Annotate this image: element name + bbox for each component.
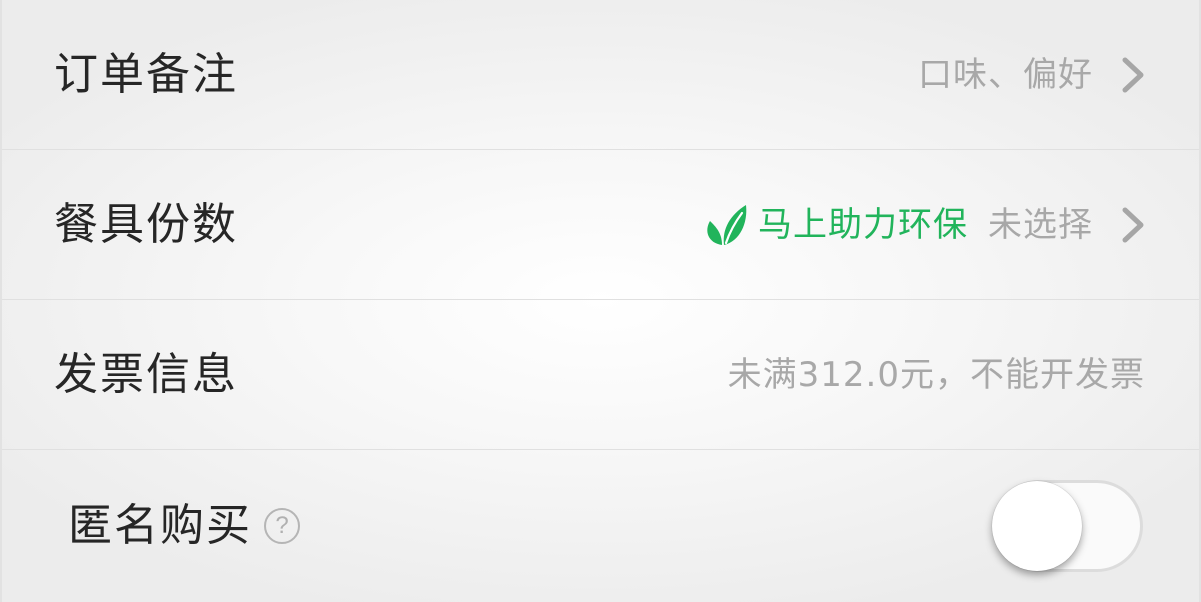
order-options-list: 订单备注 口味、偏好 餐具份数 马上助力环保 未选择 发票信息 未满312.0元… bbox=[0, 0, 1201, 602]
order-note-right: 口味、偏好 bbox=[918, 0, 1199, 150]
tableware-label: 餐具份数 bbox=[54, 199, 238, 250]
eco-badge: 马上助力环保 bbox=[702, 201, 968, 249]
invoice-row: 发票信息 未满312.0元，不能开发票 bbox=[2, 300, 1199, 450]
invoice-label: 发票信息 bbox=[54, 349, 238, 400]
anonymous-label: 匿名购买 bbox=[68, 500, 252, 551]
order-note-label: 订单备注 bbox=[54, 49, 238, 100]
tableware-row[interactable]: 餐具份数 马上助力环保 未选择 bbox=[2, 150, 1199, 300]
chevron-right-icon bbox=[1107, 55, 1159, 95]
eco-text: 马上助力环保 bbox=[758, 205, 968, 245]
question-circle-icon[interactable]: ? bbox=[264, 508, 300, 544]
invoice-right: 未满312.0元，不能开发票 bbox=[728, 300, 1145, 450]
leaf-icon bbox=[707, 205, 747, 245]
order-note-hint: 口味、偏好 bbox=[918, 55, 1093, 95]
anonymous-toggle[interactable] bbox=[992, 480, 1143, 572]
chevron-right-icon bbox=[1107, 205, 1159, 245]
tableware-right: 马上助力环保 未选择 bbox=[702, 150, 1199, 300]
order-note-row[interactable]: 订单备注 口味、偏好 bbox=[2, 0, 1199, 150]
toggle-knob[interactable] bbox=[992, 481, 1082, 571]
invoice-hint: 未满312.0元，不能开发票 bbox=[727, 355, 1145, 395]
tableware-hint: 未选择 bbox=[988, 205, 1093, 245]
anonymous-row: 匿名购买 ? bbox=[2, 450, 1199, 602]
